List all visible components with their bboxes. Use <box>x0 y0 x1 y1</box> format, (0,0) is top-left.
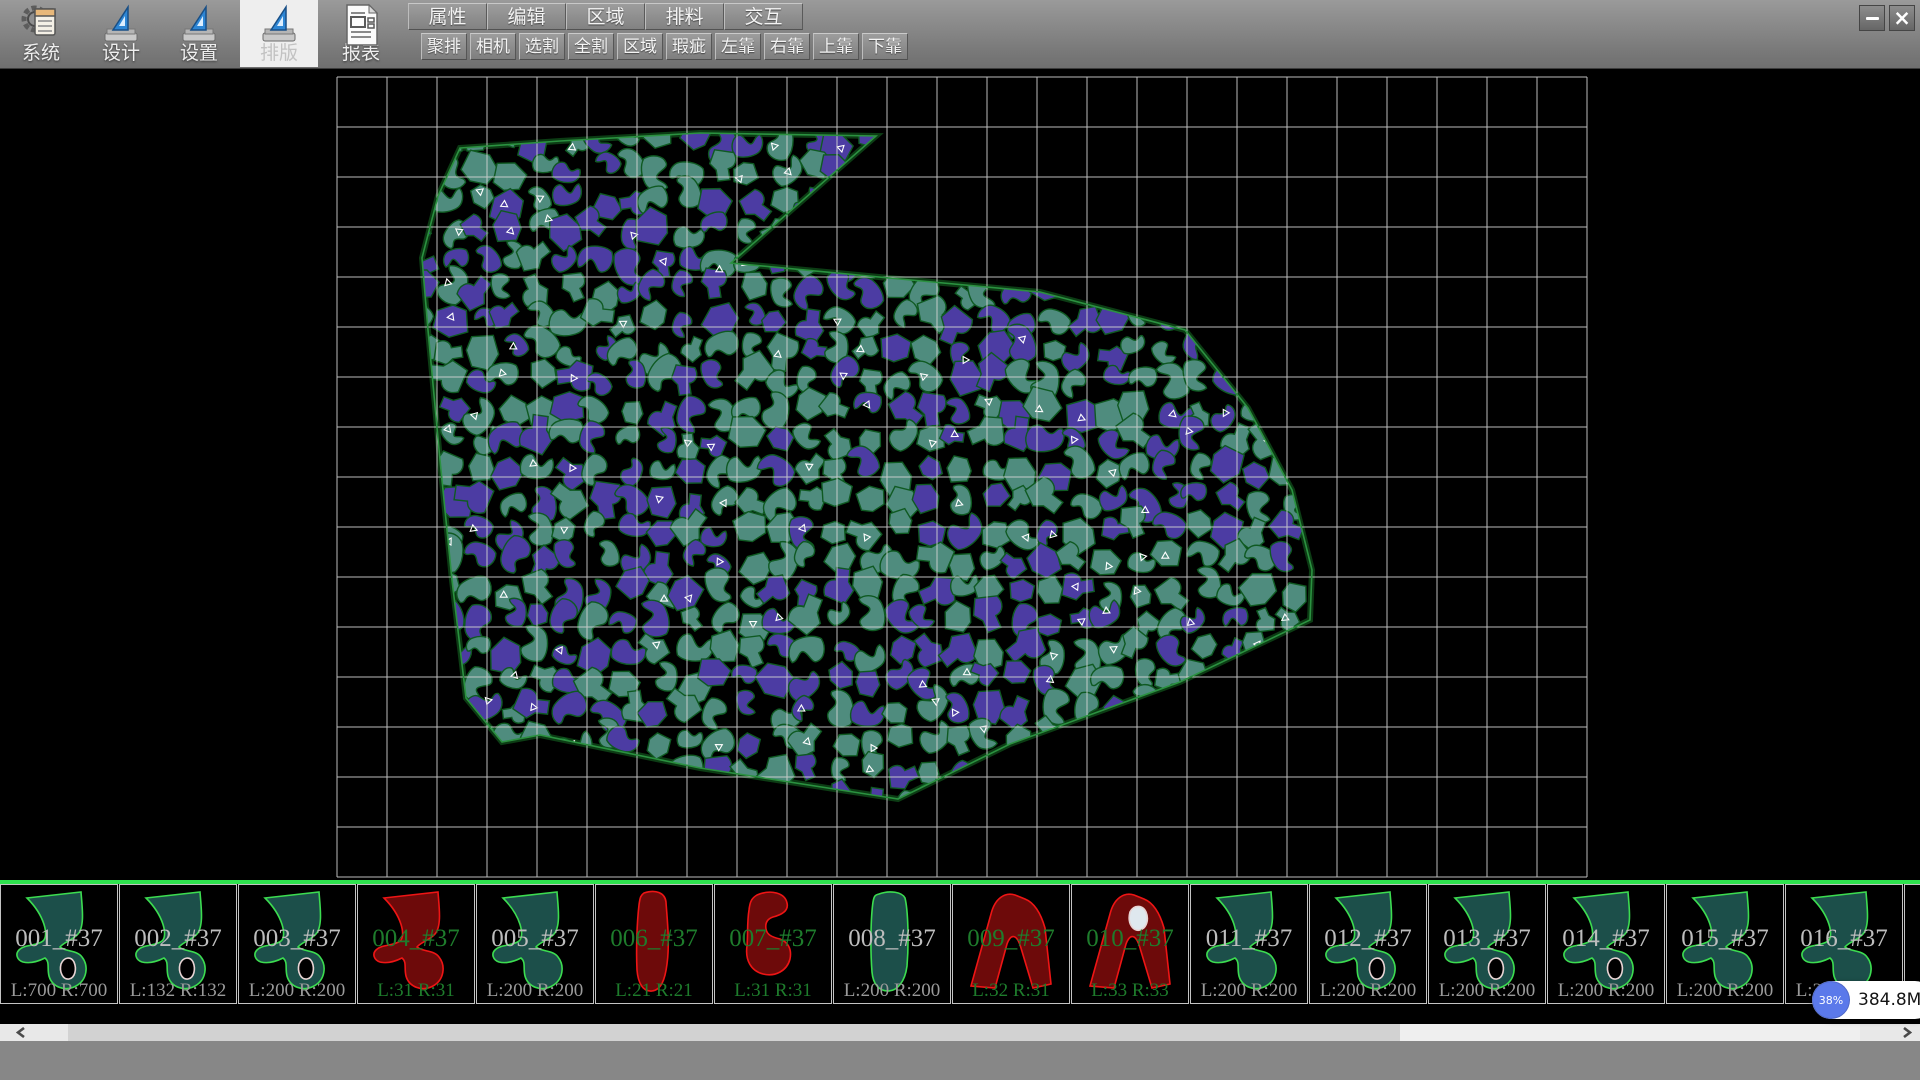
thumbnail-piece-003_#37[interactable]: 003_#37 L:200 R:200 <box>238 884 356 1004</box>
close-button[interactable]: × <box>1889 5 1915 31</box>
main-button-system[interactable]: 系统 <box>2 0 80 67</box>
tool-button-2[interactable]: 相机 <box>470 33 516 60</box>
tool-button-1[interactable]: 聚排 <box>421 33 467 60</box>
piece-id-label: 002_#37 <box>120 925 236 953</box>
system-gear-icon <box>19 3 63 45</box>
chevron-right-icon <box>1903 1027 1912 1038</box>
status-bar <box>0 1041 1920 1080</box>
piece-lr-count: L:200 R:200 <box>1667 980 1783 1002</box>
piece-id-label: 015_#37 <box>1667 925 1783 953</box>
piece-id-label: 001_#37 <box>1 925 117 953</box>
tool-button-6[interactable]: 瑕疵 <box>666 33 712 60</box>
piece-lr-count: L:31 R:31 <box>358 980 474 1002</box>
thumbnail-piece-002_#37[interactable]: 002_#37 L:132 R:132 <box>119 884 237 1004</box>
piece-lr-count: L:200 R:200 <box>1191 980 1307 1002</box>
thumbnail-piece-001_#37[interactable]: 001_#37 L:700 R:700 <box>0 884 118 1004</box>
piece-lr-count: L:200 R:200 <box>834 980 950 1002</box>
piece-lr-count: L:200 R:200 <box>1429 980 1545 1002</box>
menu-tab-2[interactable]: 编辑 <box>487 3 566 30</box>
menu-tab-1[interactable]: 属性 <box>408 3 487 30</box>
thumbnail-piece-010_#37[interactable]: 010_#37 L:33 R:33 <box>1071 884 1189 1004</box>
piece-id-label: 004_#37 <box>358 925 474 953</box>
thumbnail-piece-005_#37[interactable]: 005_#37 L:200 R:200 <box>476 884 594 1004</box>
piece-id-label: 008_#37 <box>834 925 950 953</box>
tool-button-row: 聚排相机选割全割区域瑕疵左靠右靠上靠下靠 <box>421 33 908 60</box>
thumbnail-piece-004_#37[interactable]: 004_#37 L:31 R:31 <box>357 884 475 1004</box>
piece-id-label: 011_#37 <box>1191 925 1307 953</box>
piece-lr-count: L:132 R:132 <box>120 980 236 1002</box>
piece-id-label: 016_#37 <box>1786 925 1902 953</box>
scroll-left-button[interactable] <box>0 1024 68 1041</box>
piece-id-label: 009_#37 <box>953 925 1069 953</box>
piece-id-label: 014_#37 <box>1548 925 1664 953</box>
minimize-icon <box>1866 17 1879 20</box>
thumbnail-piece-009_#37[interactable]: 009_#37 L:32 R:31 <box>952 884 1070 1004</box>
piece-id-label: 013_#37 <box>1429 925 1545 953</box>
piece-thumbnail-strip: 001_#37L:700 R:700002_#37L:132 R:132003_… <box>0 880 1920 1006</box>
tool-button-10[interactable]: 下靠 <box>862 33 908 60</box>
thumbnail-piece-012_#37[interactable]: 012_#37 L:200 R:200 <box>1309 884 1427 1004</box>
title-toolbar: 系统 设计 设置 排版 <box>0 0 1920 69</box>
cpu-percent-indicator: 38% <box>1812 981 1850 1019</box>
memory-value: 384.8M <box>1858 990 1920 1010</box>
scroll-right-button[interactable] <box>1860 1024 1920 1041</box>
piece-lr-count: L:200 R:200 <box>1310 980 1426 1002</box>
piece-lr-count: L:700 R:700 <box>1 980 117 1002</box>
menu-tab-5[interactable]: 交互 <box>724 3 803 30</box>
piece-id-label: 017_#37 <box>1905 925 1920 953</box>
piece-id-label: 010_#37 <box>1072 925 1188 953</box>
close-icon: × <box>1893 7 1911 29</box>
main-button-design[interactable]: 设计 <box>82 0 160 67</box>
main-button-nesting[interactable]: 排版 <box>240 0 318 67</box>
tool-button-4[interactable]: 全割 <box>568 33 614 60</box>
tool-button-9[interactable]: 上靠 <box>813 33 859 60</box>
piece-id-label: 003_#37 <box>239 925 355 953</box>
thumbnail-piece-013_#37[interactable]: 013_#37 L:200 R:200 <box>1428 884 1546 1004</box>
chevron-left-icon <box>16 1027 25 1038</box>
piece-lr-count: L:32 R:31 <box>953 980 1069 1002</box>
piece-id-label: 007_#37 <box>715 925 831 953</box>
settings-ruler-icon <box>179 3 219 45</box>
thumbnail-piece-008_#37[interactable]: 008_#37 L:200 R:200 <box>833 884 951 1004</box>
nesting-ruler-icon <box>259 3 299 45</box>
horizontal-scrollbar[interactable] <box>0 1024 1920 1041</box>
piece-lr-count: L:31 R:31 <box>715 980 831 1002</box>
piece-id-label: 005_#37 <box>477 925 593 953</box>
tool-button-8[interactable]: 右靠 <box>764 33 810 60</box>
piece-lr-count: L:21 R:21 <box>596 980 712 1002</box>
report-doc-icon <box>341 3 381 47</box>
piece-lr-count: L:33 R:33 <box>1072 980 1188 1002</box>
thumbnail-piece-015_#37[interactable]: 015_#37 L:200 R:200 <box>1666 884 1784 1004</box>
thumbnail-piece-007_#37[interactable]: 007_#37 L:31 R:31 <box>714 884 832 1004</box>
menu-tab-row: 属性编辑区域排料交互 <box>408 3 803 30</box>
tool-button-7[interactable]: 左靠 <box>715 33 761 60</box>
menu-tab-3[interactable]: 区域 <box>566 3 645 30</box>
piece-lr-count: L:200 R:200 <box>239 980 355 1002</box>
scrollbar-thumb[interactable] <box>52 1024 1400 1041</box>
design-ruler-icon <box>101 3 141 45</box>
piece-lr-count: L:200 R:200 <box>477 980 593 1002</box>
percent-value: 38% <box>1819 994 1843 1007</box>
main-button-report[interactable]: 报表 <box>322 0 400 67</box>
piece-lr-count: L:200 R:200 <box>1548 980 1664 1002</box>
main-button-settings[interactable]: 设置 <box>160 0 238 67</box>
thumbnail-piece-014_#37[interactable]: 014_#37 L:200 R:200 <box>1547 884 1665 1004</box>
tool-button-3[interactable]: 选割 <box>519 33 565 60</box>
thumbnail-piece-006_#37[interactable]: 006_#37 L:21 R:21 <box>595 884 713 1004</box>
nesting-app-window: { "window": { "minimize_tooltip": "minim… <box>0 0 1920 1080</box>
piece-id-label: 012_#37 <box>1310 925 1426 953</box>
menu-tab-4[interactable]: 排料 <box>645 3 724 30</box>
minimize-button[interactable] <box>1859 5 1885 31</box>
memory-usage-badge[interactable]: 38% 384.8M <box>1812 981 1920 1019</box>
tool-button-5[interactable]: 区域 <box>617 33 663 60</box>
thumbnail-piece-011_#37[interactable]: 011_#37 L:200 R:200 <box>1190 884 1308 1004</box>
piece-id-label: 006_#37 <box>596 925 712 953</box>
